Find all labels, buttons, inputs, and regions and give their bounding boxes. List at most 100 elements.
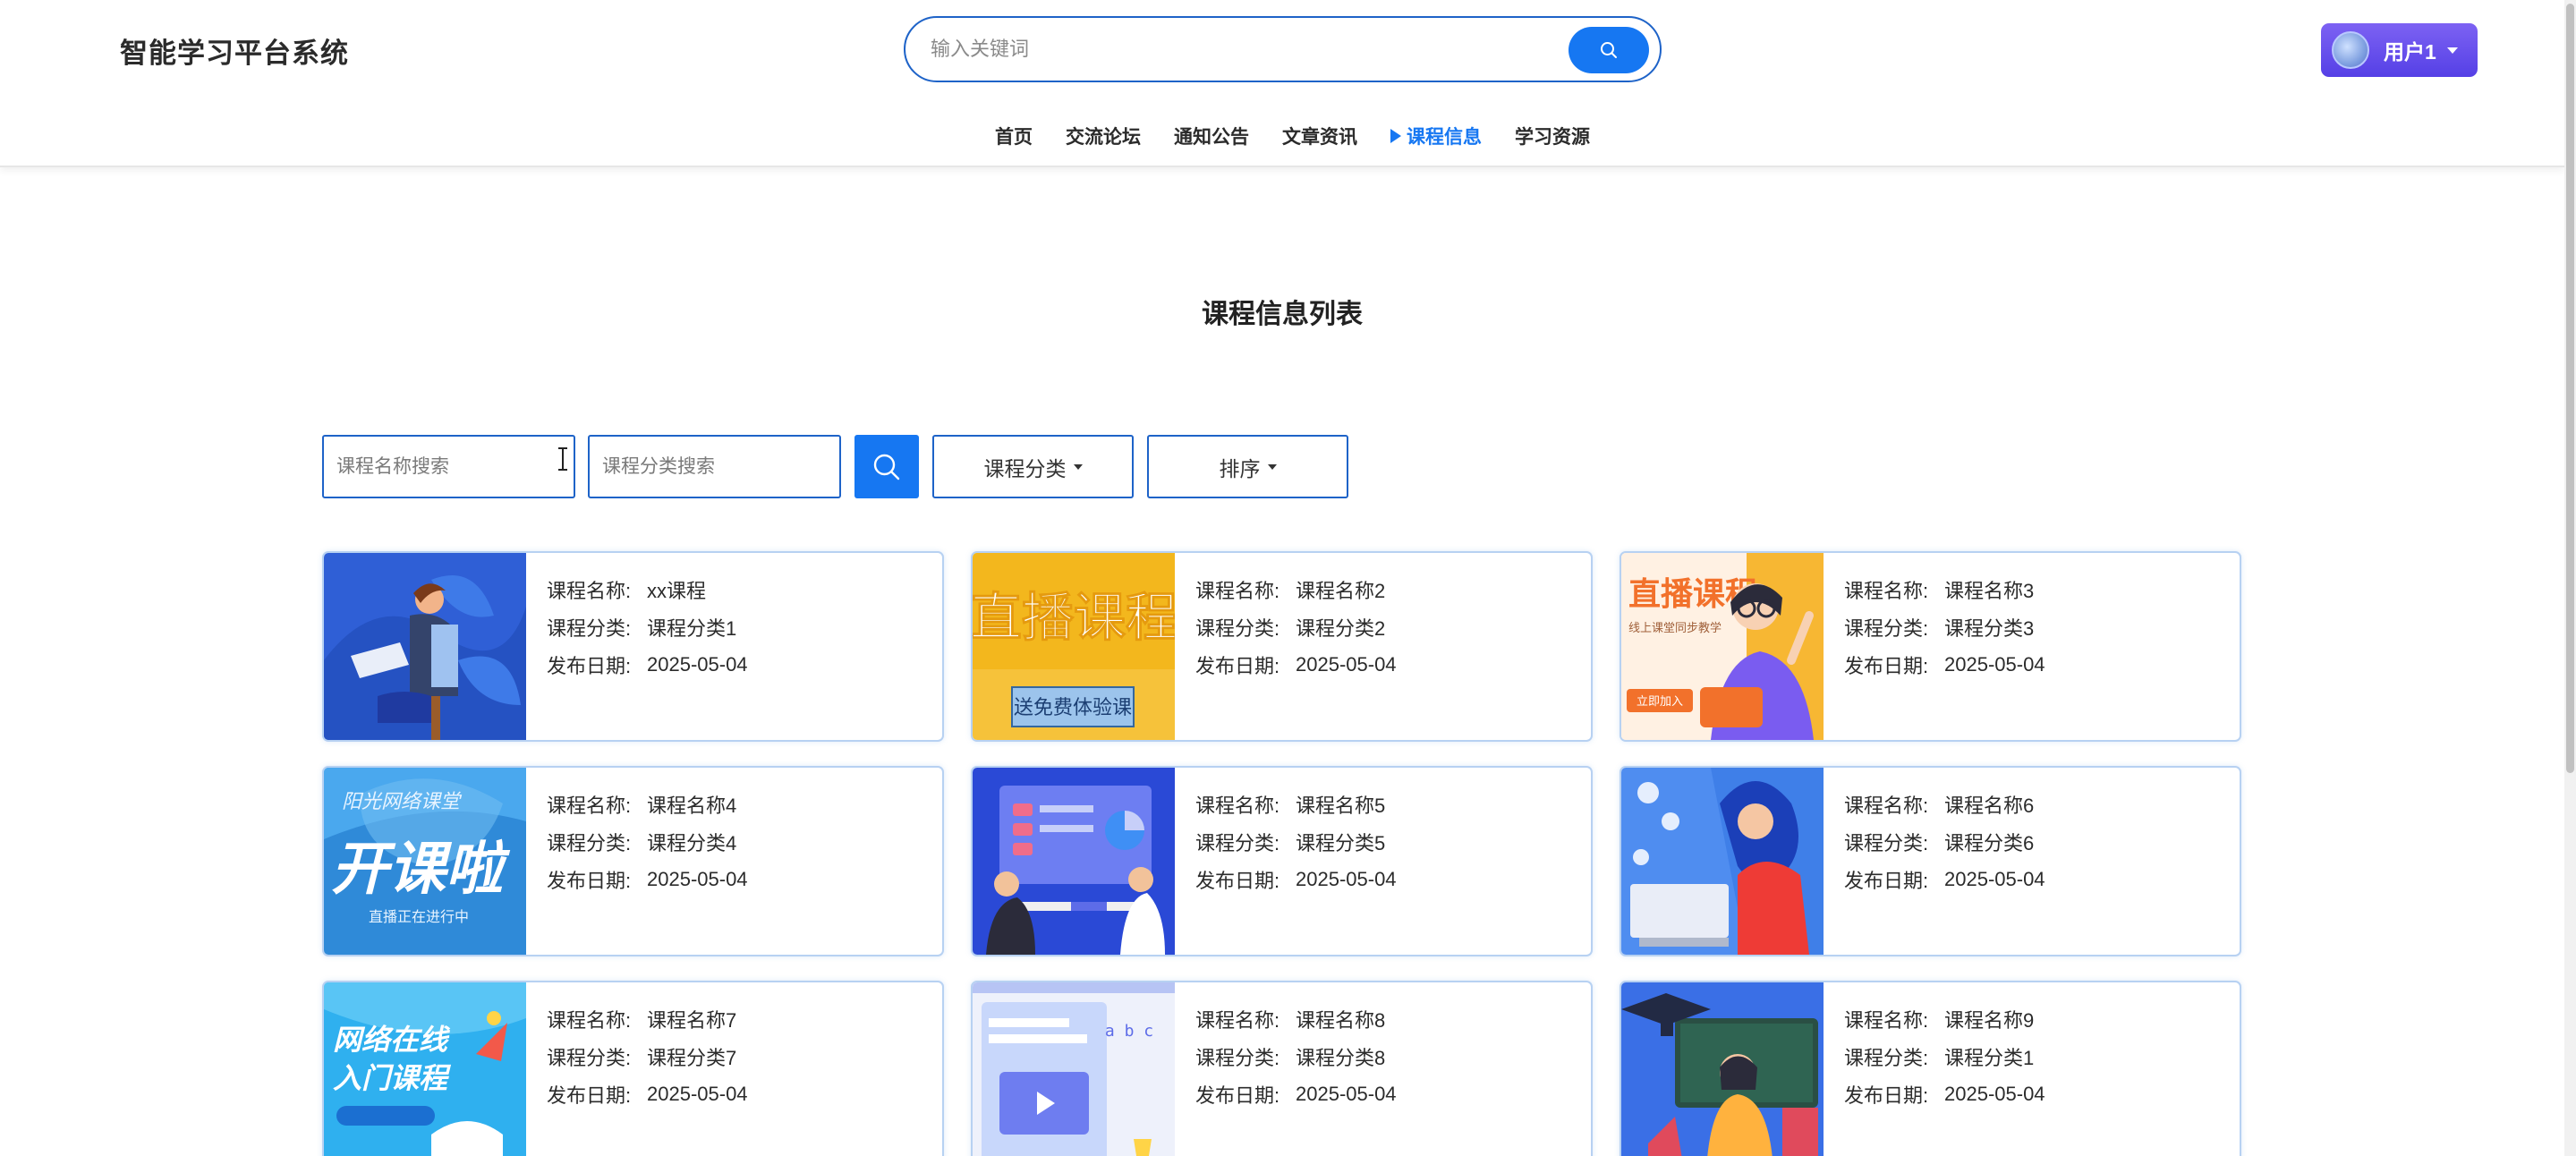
course-thumbnail-image <box>1621 768 1824 955</box>
course-date-value: 2025-05-04 <box>647 868 748 890</box>
course-thumbnail[interactable]: 直播课程 送免费体验课 <box>973 553 1175 740</box>
sort-dropdown[interactable]: 排序 <box>1147 435 1348 498</box>
course-category-label: 课程分类: <box>1844 1047 1929 1069</box>
main-nav-list: 首页 交流论坛 通知公告 文章资讯 课程信息 学习资源 <box>995 118 1623 154</box>
course-thumbnail[interactable]: a b c <box>973 982 1175 1156</box>
course-date-row: 发布日期: 2025-05-04 <box>547 861 748 898</box>
course-category-label: 课程分类: <box>547 1047 632 1069</box>
course-name-label: 课程名称: <box>547 795 632 817</box>
course-card[interactable]: 网络在线 入门课程 课程名称: 课程名称7 课程分类: 课程分类7 发布日期: 2025-… <box>322 981 944 1156</box>
course-name-label: 课程名称: <box>1844 795 1929 817</box>
nav-item[interactable]: 通知公告 <box>1174 123 1249 149</box>
course-thumbnail-image: 网络在线 入门课程 <box>324 982 526 1156</box>
course-thumbnail[interactable]: 阳光网络课堂 开课啦 直播正在进行中 <box>324 768 526 955</box>
course-name-label: 课程名称: <box>547 1009 632 1032</box>
course-name-row: 课程名称: 课程名称2 <box>1195 571 1397 608</box>
nav-item[interactable]: 学习资源 <box>1515 123 1590 149</box>
course-info: 课程名称: 课程名称3 课程分类: 课程分类3 发布日期: 2025-05-04 <box>1824 553 2045 740</box>
course-name-search-input[interactable] <box>322 435 575 498</box>
global-search-input[interactable] <box>931 30 1548 68</box>
course-card[interactable]: a b c 课程名称: 课程名称8 课程分类: 课程分类8 发布日期: 2025-05-0… <box>971 981 1593 1156</box>
filter-search-button[interactable] <box>854 435 919 498</box>
course-card[interactable]: 直播课程 线上课堂同步教学 立即加入 课程名称: 课程名称3 课程分类: 课程分类3 发… <box>1620 551 2241 742</box>
thumbnail-title: 直播课程 <box>973 587 1175 648</box>
course-name-label: 课程名称: <box>547 580 632 602</box>
course-category-row: 课程分类: 课程分类6 <box>1844 823 2045 861</box>
course-date-value: 2025-05-04 <box>1296 1083 1397 1105</box>
course-name-value: 课程名称7 <box>647 1009 737 1032</box>
course-category-row: 课程分类: 课程分类7 <box>547 1038 748 1075</box>
thumbnail-line2: 入门课程 <box>333 1061 452 1095</box>
course-thumbnail[interactable] <box>324 553 526 740</box>
course-category-row: 课程分类: 课程分类4 <box>547 823 748 861</box>
thumbnail-title: 开课啦 <box>331 837 511 903</box>
course-category-search-input[interactable] <box>588 435 841 498</box>
nav-item-label: 通知公告 <box>1174 127 1249 148</box>
course-category-label: 课程分类: <box>1195 832 1280 854</box>
nav-item[interactable]: 课程信息 <box>1390 123 1482 149</box>
course-category-row: 课程分类: 课程分类2 <box>1195 608 1397 646</box>
thumbnail-line1: 网络在线 <box>333 1023 451 1057</box>
course-card[interactable]: 直播课程 送免费体验课 课程名称: 课程名称2 课程分类: 课程分类2 发布日期: 202… <box>971 551 1593 742</box>
course-name-value: 课程名称6 <box>1944 795 2035 817</box>
course-card[interactable]: 课程名称: 课程名称6 课程分类: 课程分类6 发布日期: 2025-05-04 <box>1620 766 2241 956</box>
course-date-row: 发布日期: 2025-05-04 <box>1844 646 2045 684</box>
caret-down-icon <box>2446 47 2458 54</box>
global-search-button[interactable] <box>1569 27 1649 73</box>
course-name-value: 课程名称3 <box>1944 580 2035 602</box>
course-info: 课程名称: 课程名称7 课程分类: 课程分类7 发布日期: 2025-05-04 <box>526 982 748 1156</box>
course-thumbnail-image: 直播课程 送免费体验课 <box>973 553 1175 740</box>
nav-item[interactable]: 交流论坛 <box>1066 123 1141 149</box>
page: 智能学习平台系统 用户1 首页 交流论坛 通知公告 文章资讯 课程信息 学习资源 课程信息… <box>0 0 2576 1156</box>
user-menu[interactable]: 用户1 <box>2321 23 2478 77</box>
course-name-row: 课程名称: 课程名称4 <box>547 786 748 823</box>
course-date-row: 发布日期: 2025-05-04 <box>547 1075 748 1113</box>
course-category-label: 课程分类: <box>1195 617 1280 640</box>
course-name-label: 课程名称: <box>1844 1009 1929 1032</box>
course-category-label: 课程分类: <box>547 617 632 640</box>
course-category-label: 课程分类: <box>547 832 632 854</box>
course-card[interactable]: 课程名称: 课程名称9 课程分类: 课程分类1 发布日期: 2025-05-04 <box>1620 981 2241 1156</box>
site-brand[interactable]: 智能学习平台系统 <box>120 30 349 71</box>
thumbnail-subtitle: 线上课堂同步教学 <box>1628 621 1722 635</box>
course-thumbnail[interactable]: 直播课程 线上课堂同步教学 立即加入 <box>1621 553 1824 740</box>
course-date-label: 发布日期: <box>547 655 632 677</box>
course-date-label: 发布日期: <box>1844 655 1929 677</box>
course-category-row: 课程分类: 课程分类1 <box>547 608 748 646</box>
course-thumbnail-image: 直播课程 线上课堂同步教学 立即加入 <box>1621 553 1824 740</box>
course-thumbnail[interactable] <box>973 768 1175 955</box>
course-name-value: 课程名称4 <box>647 795 737 817</box>
course-card[interactable]: 课程名称: xx课程 课程分类: 课程分类1 发布日期: 2025-05-04 <box>322 551 944 742</box>
course-name-row: 课程名称: xx课程 <box>547 571 748 608</box>
course-category-row: 课程分类: 课程分类1 <box>1844 1038 2045 1075</box>
nav-item-label: 课程信息 <box>1407 127 1482 148</box>
course-info: 课程名称: 课程名称2 课程分类: 课程分类2 发布日期: 2025-05-04 <box>1175 553 1397 740</box>
nav-item-label: 学习资源 <box>1515 127 1590 148</box>
nav-item[interactable]: 首页 <box>995 123 1033 149</box>
course-date-value: 2025-05-04 <box>1944 1083 2045 1105</box>
course-category-value: 课程分类4 <box>647 832 737 854</box>
course-thumbnail[interactable] <box>1621 982 1824 1156</box>
course-date-value: 2025-05-04 <box>647 1083 748 1105</box>
global-search-box <box>904 16 1662 82</box>
sort-dropdown-label: 排序 <box>1219 456 1261 480</box>
category-dropdown[interactable]: 课程分类 <box>932 435 1134 498</box>
course-date-row: 发布日期: 2025-05-04 <box>1195 861 1397 898</box>
thumbnail-top: 阳光网络课堂 <box>342 791 463 813</box>
course-thumbnail[interactable] <box>1621 768 1824 955</box>
course-thumbnail[interactable]: 网络在线 入门课程 <box>324 982 526 1156</box>
course-info: 课程名称: 课程名称5 课程分类: 课程分类5 发布日期: 2025-05-04 <box>1175 768 1397 955</box>
course-card[interactable]: 课程名称: 课程名称5 课程分类: 课程分类5 发布日期: 2025-05-04 <box>971 766 1593 956</box>
course-date-label: 发布日期: <box>1195 655 1280 677</box>
scrollbar-thumb[interactable] <box>2566 4 2574 773</box>
course-card[interactable]: 阳光网络课堂 开课啦 直播正在进行中 课程名称: 课程名称4 课程分类: 课程分类4 发… <box>322 766 944 956</box>
nav-item[interactable]: 文章资讯 <box>1282 123 1357 149</box>
course-info: 课程名称: 课程名称4 课程分类: 课程分类4 发布日期: 2025-05-04 <box>526 768 748 955</box>
course-info: 课程名称: 课程名称9 课程分类: 课程分类1 发布日期: 2025-05-04 <box>1824 982 2045 1156</box>
course-category-value: 课程分类1 <box>647 617 737 640</box>
course-info: 课程名称: 课程名称6 课程分类: 课程分类6 发布日期: 2025-05-04 <box>1824 768 2045 955</box>
page-scrollbar[interactable] <box>2564 0 2576 1156</box>
active-indicator-icon <box>1390 129 1401 143</box>
course-date-row: 发布日期: 2025-05-04 <box>1844 861 2045 898</box>
course-category-label: 课程分类: <box>1844 617 1929 640</box>
